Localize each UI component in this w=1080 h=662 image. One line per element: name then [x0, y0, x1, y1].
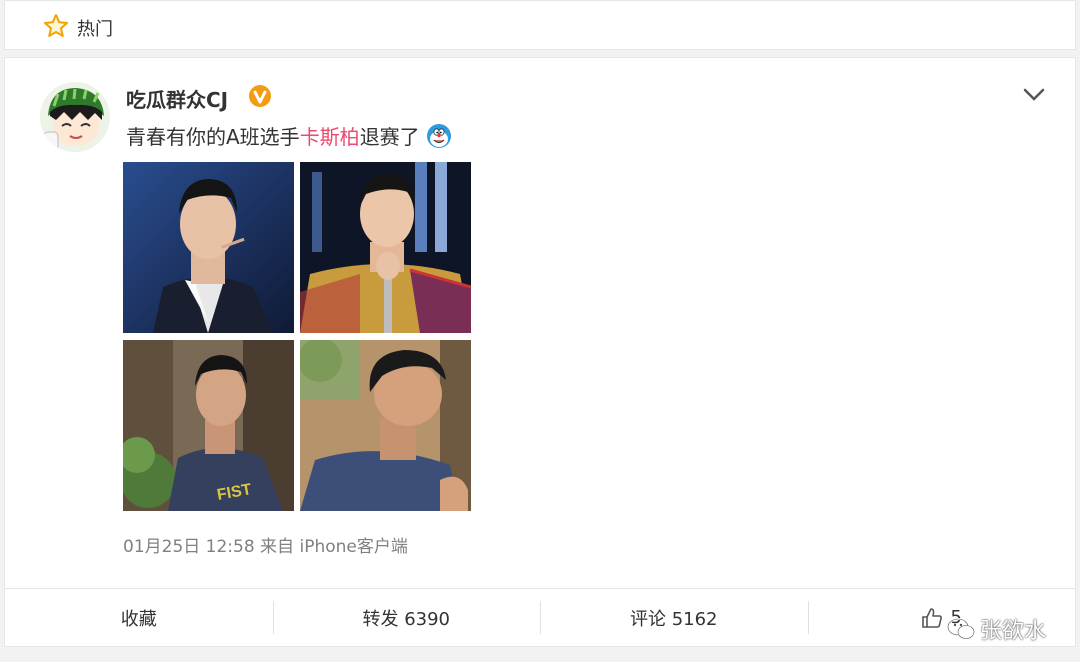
comment-button[interactable]: 评论 5162: [540, 589, 808, 646]
repost-label: 转发 6390: [362, 608, 451, 630]
watermark-text: 张欲水: [979, 619, 1046, 644]
chevron-down-icon[interactable]: [1023, 88, 1045, 102]
post-text-after: 退赛了: [359, 125, 420, 149]
photo-4[interactable]: [300, 340, 471, 511]
star-icon: [44, 14, 68, 37]
post-text: 青春有你的A班选手卡斯柏退赛了: [126, 121, 452, 150]
photo-3[interactable]: FIST: [123, 340, 294, 511]
watermark: 张欲水: [946, 613, 1046, 645]
photo-1[interactable]: [123, 162, 294, 333]
post-text-before: 青春有你的A班选手: [126, 125, 300, 149]
comment-label: 评论 5162: [629, 608, 718, 630]
thumbs-up-icon: [921, 607, 942, 628]
post-card: 吃瓜群众CJ 青春有你的A班选手卡斯柏退赛了 FIST 01月25日 12:58…: [4, 57, 1076, 647]
favorite-button[interactable]: 收藏: [5, 589, 273, 646]
doraemon-icon: [426, 124, 451, 148]
username[interactable]: 吃瓜群众CJ: [126, 84, 228, 113]
favorite-label: 收藏: [120, 608, 157, 630]
repost-button[interactable]: 转发 6390: [272, 589, 541, 646]
verified-v-icon: [249, 85, 271, 107]
post-text-highlight[interactable]: 卡斯柏: [300, 125, 360, 149]
hot-label: 热门: [77, 19, 113, 40]
hot-bar[interactable]: 热门: [4, 0, 1076, 50]
photo-2[interactable]: [300, 162, 471, 333]
post-meta: 01月25日 12:58 来自 iPhone客户端: [123, 537, 408, 557]
wechat-icon: [946, 618, 975, 639]
action-bar: 收藏 转发 6390 评论 5162 5: [5, 588, 1075, 646]
avatar[interactable]: [40, 82, 110, 152]
